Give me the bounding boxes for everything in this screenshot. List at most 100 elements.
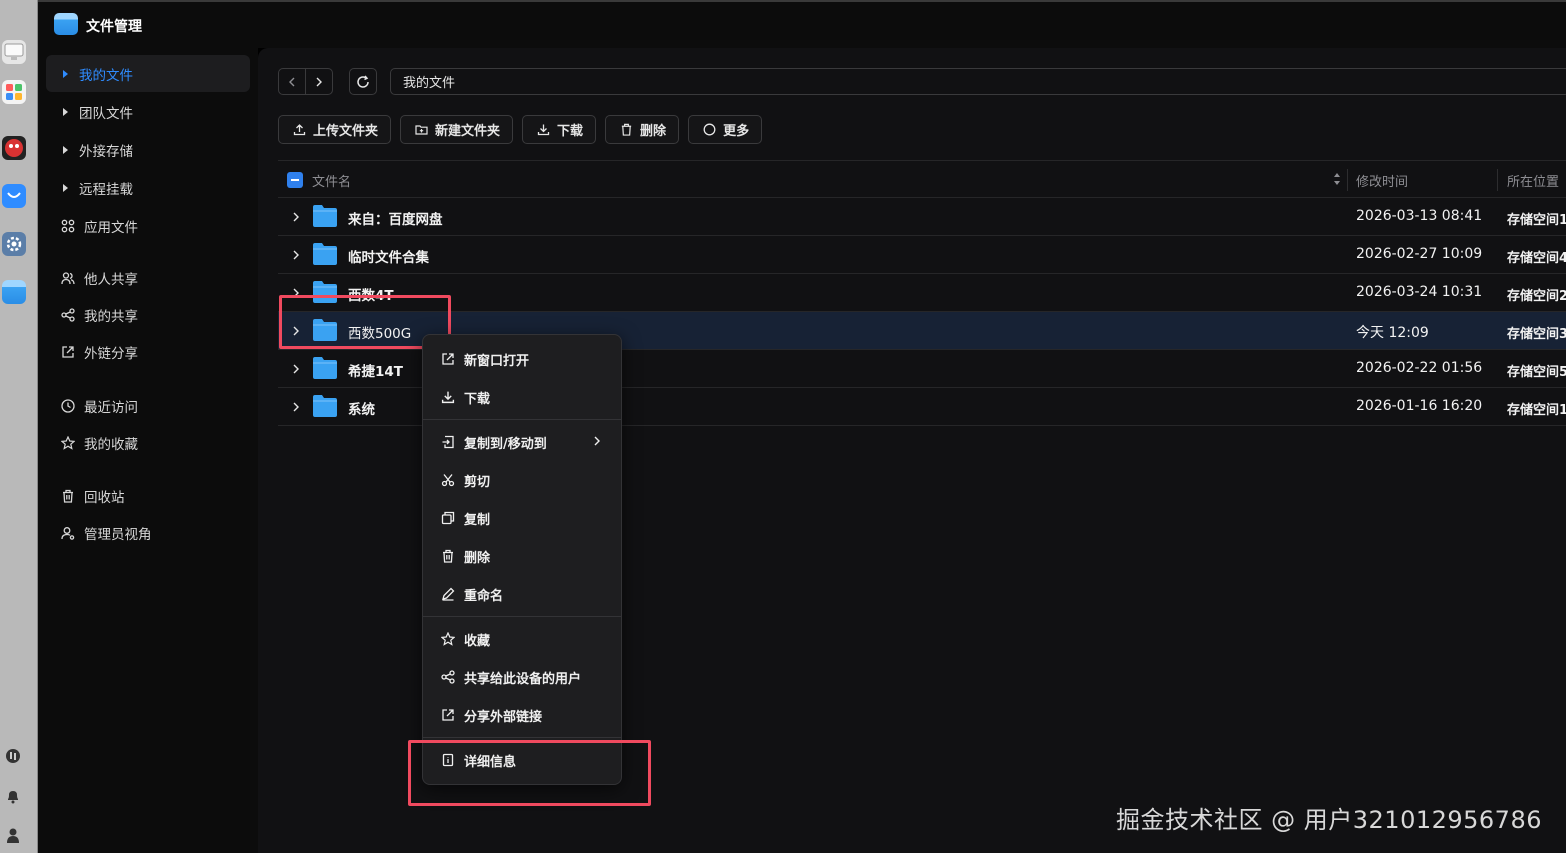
expand-chevron-icon[interactable]	[290, 362, 302, 376]
expand-chevron-icon[interactable]	[290, 210, 302, 224]
users-icon	[60, 270, 76, 286]
file-location: 存储空间4	[1507, 251, 1566, 266]
column-name-header[interactable]: 文件名	[312, 171, 351, 190]
folder-icon	[313, 205, 337, 227]
menu-item-open-new-window[interactable]: 新窗口打开	[423, 340, 621, 378]
expand-chevron-icon[interactable]	[290, 248, 302, 262]
menu-divider	[423, 616, 621, 617]
sidebar-item-my-files[interactable]: 我的文件	[46, 55, 250, 92]
forward-button[interactable]	[306, 69, 332, 94]
sidebar-item-remote-mount[interactable]: 远程挂载	[46, 169, 250, 206]
file-location: 存储空间1	[1507, 213, 1566, 228]
refresh-icon	[357, 75, 369, 88]
clock-icon	[60, 398, 76, 414]
download-icon	[535, 122, 551, 138]
column-location-header[interactable]: 所在位置	[1507, 171, 1559, 190]
star-icon	[60, 435, 76, 451]
menu-item-cut[interactable]: 剪切	[423, 461, 621, 499]
sidebar-item-app-files[interactable]: 应用文件	[46, 207, 250, 244]
copy-icon	[440, 510, 456, 526]
file-manager-app-icon[interactable]	[2, 280, 26, 304]
table-header: 文件名 修改时间 所在位置	[278, 160, 1566, 198]
file-location: 存储空间1	[1507, 403, 1566, 418]
menu-item-share-device-users[interactable]: 共享给此设备的用户	[423, 658, 621, 696]
path-bar[interactable]: 我的文件	[390, 68, 1566, 95]
trash-icon	[440, 548, 456, 564]
table-row[interactable]: 西数4T 2026-03-24 10:31 存储空间2	[278, 274, 1566, 312]
menu-item-download[interactable]: 下载	[423, 378, 621, 416]
sidebar-item-recycle-bin[interactable]: 回收站	[46, 477, 250, 514]
settings-app-icon[interactable]	[2, 232, 26, 256]
menu-divider	[423, 737, 621, 738]
table-row[interactable]: 临时文件合集 2026-02-27 10:09 存储空间4	[278, 236, 1566, 274]
more-button[interactable]: 更多	[688, 115, 763, 144]
file-name: 临时文件合集	[348, 250, 429, 266]
file-location: 存储空间3	[1507, 327, 1566, 342]
refresh-button[interactable]	[349, 68, 377, 95]
bell-icon[interactable]	[5, 788, 21, 804]
caret-right-icon	[63, 107, 68, 116]
sidebar-item-external-links[interactable]: 外链分享	[46, 333, 250, 370]
file-modified: 2026-02-27 10:09	[1356, 246, 1483, 262]
admin-icon	[60, 525, 76, 541]
watermark: 掘金技术社区 @ 用户321012956786	[1116, 806, 1542, 834]
move-icon	[440, 434, 456, 450]
menu-item-favorite[interactable]: 收藏	[423, 620, 621, 658]
download-button[interactable]: 下载	[522, 115, 597, 144]
menu-item-delete[interactable]: 删除	[423, 537, 621, 575]
chevron-left-icon	[289, 77, 295, 86]
file-name: 来自：百度网盘	[348, 212, 443, 228]
expand-chevron-icon[interactable]	[290, 400, 302, 414]
delete-button[interactable]: 删除	[605, 115, 680, 144]
chevron-right-icon	[316, 77, 322, 86]
sort-icon[interactable]	[1333, 171, 1341, 187]
desktop-app-icon[interactable]	[2, 40, 26, 64]
sidebar-item-shared-with-me[interactable]: 他人共享	[46, 259, 250, 296]
store-app-icon[interactable]	[2, 184, 26, 208]
file-name: 希捷14T	[348, 364, 403, 380]
highlight-box-details	[408, 740, 651, 806]
sidebar-item-external-storage[interactable]: 外接存储	[46, 131, 250, 168]
share-icon	[440, 669, 456, 685]
toolbar: 上传文件夹 新建文件夹 下载 删除 更多	[278, 115, 763, 144]
file-manager-logo-icon	[54, 13, 78, 35]
trash-icon	[618, 122, 634, 138]
caret-right-icon	[63, 69, 68, 78]
menu-item-copy-move-to[interactable]: 复制到/移动到	[423, 423, 621, 461]
sync-icon[interactable]	[5, 748, 21, 764]
sidebar-item-favorites[interactable]: 我的收藏	[46, 424, 250, 461]
sidebar-item-admin-view[interactable]: 管理员视角	[46, 514, 250, 551]
column-separator[interactable]	[1347, 169, 1348, 191]
new-folder-button[interactable]: 新建文件夹	[400, 115, 514, 144]
sidebar-item-recent[interactable]: 最近访问	[46, 387, 250, 424]
menu-divider	[423, 419, 621, 420]
file-modified: 2026-01-16 16:20	[1356, 398, 1483, 414]
menu-item-copy[interactable]: 复制	[423, 499, 621, 537]
chevron-right-icon	[594, 436, 600, 446]
back-button[interactable]	[279, 69, 306, 94]
column-separator[interactable]	[1497, 169, 1498, 191]
column-modified-header[interactable]: 修改时间	[1356, 171, 1408, 190]
user-icon[interactable]	[5, 827, 21, 843]
file-modified: 2026-03-24 10:31	[1356, 284, 1483, 300]
folder-icon	[313, 357, 337, 379]
trash-icon	[60, 488, 76, 504]
select-all-checkbox[interactable]	[287, 172, 303, 188]
sidebar-item-my-shares[interactable]: 我的共享	[46, 296, 250, 333]
menu-item-share-external-link[interactable]: 分享外部链接	[423, 696, 621, 734]
os-dock	[0, 0, 38, 853]
history-nav	[278, 68, 333, 95]
sidebar: 我的文件 团队文件 外接存储 远程挂载 应用文件 他人共享 我的共享 外链分享	[38, 48, 258, 853]
share-icon	[60, 307, 76, 323]
upload-icon	[291, 122, 307, 138]
sidebar-item-team-files[interactable]: 团队文件	[46, 93, 250, 130]
context-menu: 新窗口打开 下载 复制到/移动到 剪切 复制 删除 重命名 收藏 共享给此设备的…	[422, 334, 622, 785]
upload-folder-button[interactable]: 上传文件夹	[278, 115, 392, 144]
file-location: 存储空间5	[1507, 365, 1566, 380]
menu-item-rename[interactable]: 重命名	[423, 575, 621, 613]
file-modified: 今天 12:09	[1356, 325, 1429, 341]
table-row[interactable]: 来自：百度网盘 2026-03-13 08:41 存储空间1	[278, 198, 1566, 236]
red-app-icon[interactable]	[2, 136, 26, 160]
app-center-icon[interactable]	[2, 80, 26, 104]
file-location: 存储空间2	[1507, 289, 1566, 304]
